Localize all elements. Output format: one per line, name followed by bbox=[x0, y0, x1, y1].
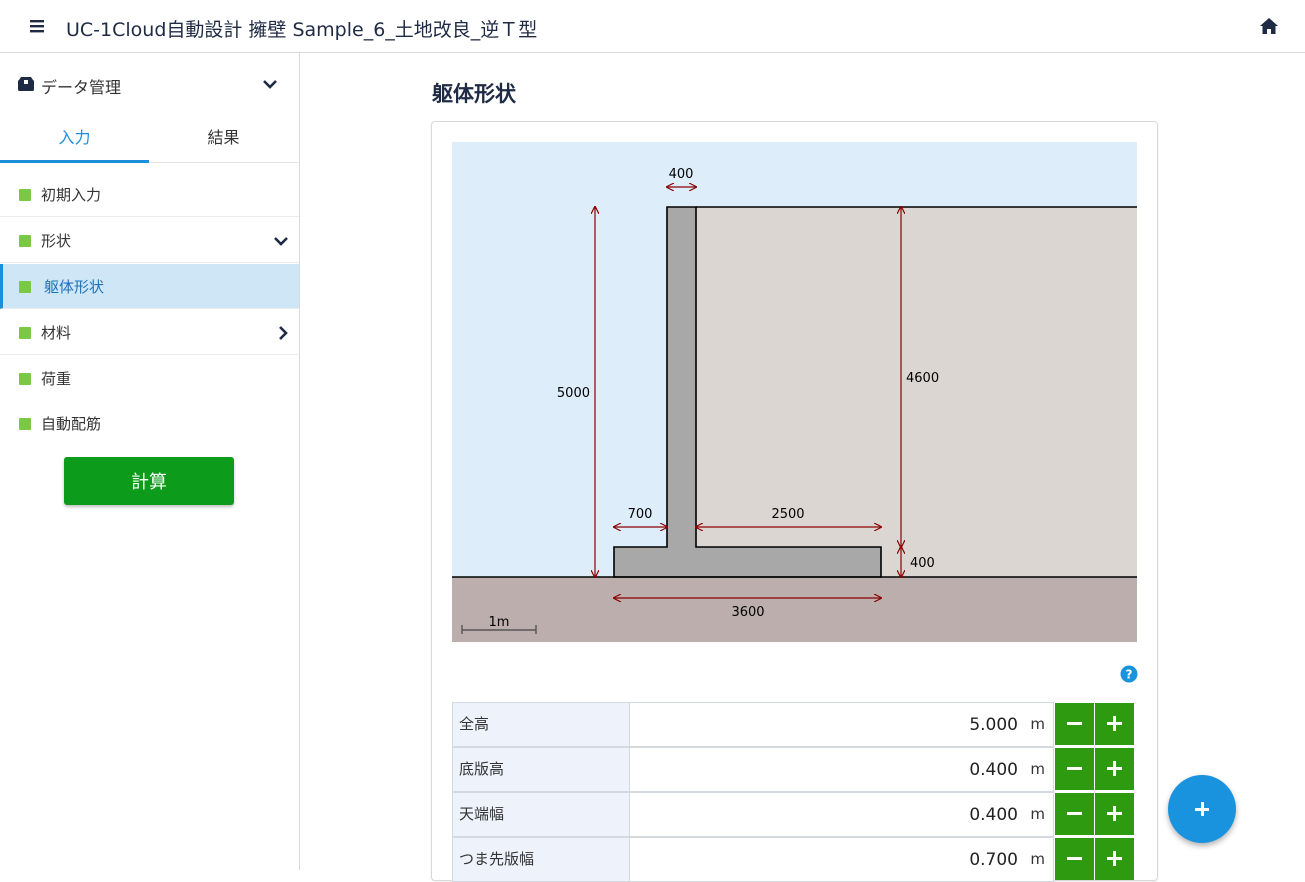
total-height-input[interactable] bbox=[630, 703, 1022, 746]
calculate-button[interactable]: 計算 bbox=[64, 457, 234, 505]
hamburger-menu-icon[interactable] bbox=[28, 17, 46, 35]
sidebar-item-material[interactable]: 材料 bbox=[0, 310, 299, 355]
sidebar-item-label: 躯体形状 bbox=[44, 278, 105, 296]
dim-label-base-width: 3600 bbox=[731, 605, 764, 620]
sidebar-item-label: 自動配筋 bbox=[41, 415, 102, 433]
chevron-right-icon bbox=[279, 326, 288, 340]
decrement-button[interactable] bbox=[1055, 748, 1094, 790]
scale-bar-label: 1m bbox=[489, 615, 510, 630]
sidebar-item-label: 初期入力 bbox=[41, 186, 102, 204]
page-title: 躯体形状 bbox=[432, 82, 516, 106]
param-name: 底版高 bbox=[452, 747, 630, 792]
status-dot-icon bbox=[19, 418, 31, 430]
retaining-wall-diagram: 400 5000 4600 400 700 2500 3600 1m bbox=[452, 142, 1137, 642]
unit-label: m bbox=[1030, 805, 1045, 823]
decrement-button[interactable] bbox=[1055, 838, 1094, 880]
status-dot-icon bbox=[19, 281, 31, 293]
dim-label-top-width: 400 bbox=[669, 167, 694, 182]
sidebar: データ管理 入力 結果 初期入力 形状 躯体形状 材料 荷重 自動配筋 計算 bbox=[0, 53, 300, 870]
status-dot-icon bbox=[19, 189, 31, 201]
toe-width-input[interactable] bbox=[630, 838, 1022, 881]
increment-button[interactable] bbox=[1095, 748, 1134, 790]
param-value-cell: m bbox=[629, 702, 1054, 747]
sidebar-item-label: 材料 bbox=[41, 324, 72, 342]
data-management-label: データ管理 bbox=[41, 78, 122, 97]
decrement-button[interactable] bbox=[1055, 703, 1094, 745]
chevron-down-icon bbox=[274, 237, 288, 246]
sidebar-item-label: 荷重 bbox=[41, 370, 72, 388]
unit-label: m bbox=[1030, 850, 1045, 868]
status-dot-icon bbox=[19, 235, 31, 247]
param-row-toe-width: つま先版幅 m bbox=[452, 837, 1137, 882]
param-value-cell: m bbox=[629, 837, 1054, 882]
dim-label-base-thickness: 400 bbox=[910, 556, 935, 571]
help-icon[interactable]: ? bbox=[1120, 665, 1138, 683]
status-dot-icon bbox=[19, 327, 31, 339]
unit-label: m bbox=[1030, 760, 1045, 778]
param-row-top-width: 天端幅 m bbox=[452, 792, 1137, 837]
dim-label-heel: 2500 bbox=[771, 507, 804, 522]
decrement-button[interactable] bbox=[1055, 793, 1094, 835]
top-app-bar: UC-1Cloud自動設計 擁壁 Sample_6_土地改良_逆Ｔ型 bbox=[0, 0, 1305, 53]
increment-button[interactable] bbox=[1095, 793, 1134, 835]
increment-button[interactable] bbox=[1095, 703, 1134, 745]
param-row-base-height: 底版高 m bbox=[452, 747, 1137, 792]
svg-text:?: ? bbox=[1126, 668, 1133, 682]
base-height-input[interactable] bbox=[630, 748, 1022, 791]
sidebar-item-load[interactable]: 荷重 bbox=[0, 356, 299, 401]
param-value-cell: m bbox=[629, 747, 1054, 792]
param-value-cell: m bbox=[629, 792, 1054, 837]
param-row-total-height: 全高 m bbox=[452, 702, 1137, 747]
top-width-input[interactable] bbox=[630, 793, 1022, 836]
sidebar-item-label: 形状 bbox=[41, 232, 72, 250]
dim-label-toe: 700 bbox=[628, 507, 653, 522]
sidebar-item-shape[interactable]: 形状 bbox=[0, 218, 299, 263]
app-title: UC-1Cloud自動設計 擁壁 Sample_6_土地改良_逆Ｔ型 bbox=[66, 19, 538, 41]
tab-input[interactable]: 入力 bbox=[0, 113, 149, 163]
sidebar-item-auto-rebar[interactable]: 自動配筋 bbox=[0, 401, 299, 446]
increment-button[interactable] bbox=[1095, 838, 1134, 880]
data-management-dropdown[interactable]: データ管理 bbox=[0, 53, 299, 113]
sidebar-item-initial-input[interactable]: 初期入力 bbox=[0, 172, 299, 217]
input-result-tabs: 入力 結果 bbox=[0, 113, 299, 163]
param-name: つま先版幅 bbox=[452, 837, 630, 882]
ground-layer bbox=[452, 577, 1137, 642]
param-name: 天端幅 bbox=[452, 792, 630, 837]
unit-label: m bbox=[1030, 715, 1045, 733]
sidebar-item-body-shape[interactable]: 躯体形状 bbox=[0, 264, 299, 309]
chevron-down-icon bbox=[263, 80, 277, 89]
tab-results[interactable]: 結果 bbox=[149, 113, 298, 163]
backfill-soil bbox=[696, 207, 1137, 577]
param-name: 全高 bbox=[452, 702, 630, 747]
add-fab-button[interactable] bbox=[1168, 775, 1236, 843]
dim-label-stem-height: 4600 bbox=[906, 371, 939, 386]
box-icon bbox=[18, 77, 34, 91]
status-dot-icon bbox=[19, 373, 31, 385]
home-icon[interactable] bbox=[1258, 15, 1280, 37]
dim-label-total-height: 5000 bbox=[557, 386, 590, 401]
